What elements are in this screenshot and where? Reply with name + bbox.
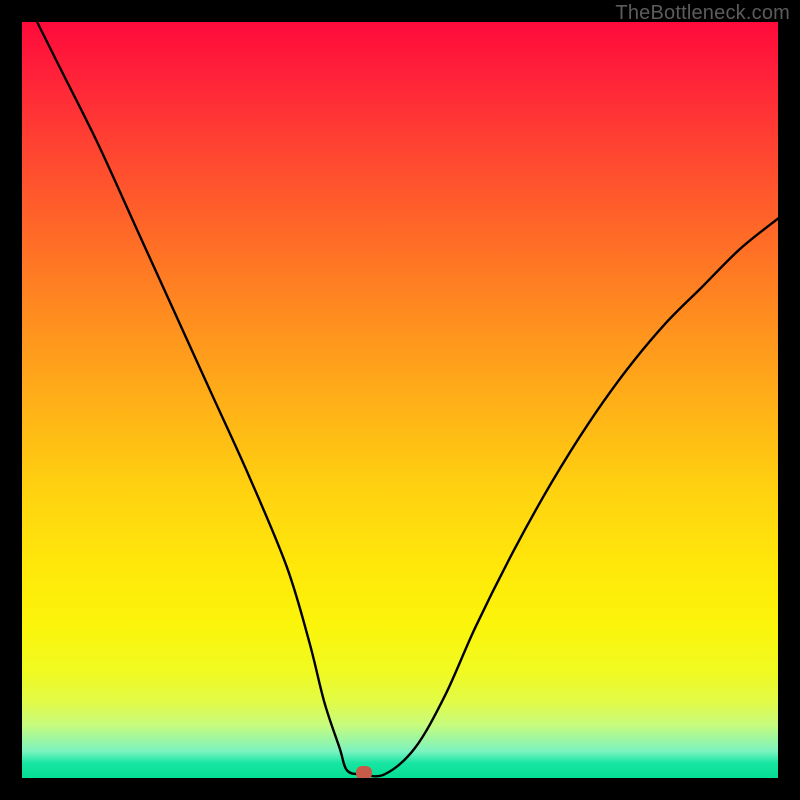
watermark-text: TheBottleneck.com: [615, 2, 790, 25]
chart-frame: TheBottleneck.com: [0, 0, 800, 800]
optimal-point-marker: [356, 766, 372, 778]
bottleneck-curve: [22, 22, 778, 778]
plot-area: [22, 22, 778, 778]
